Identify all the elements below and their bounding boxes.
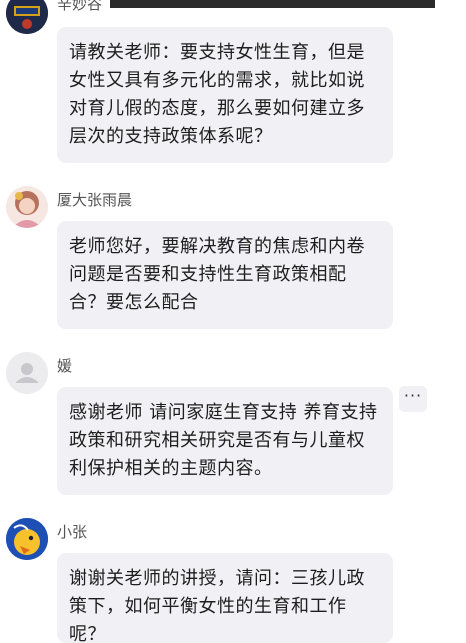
message-bubble: 谢谢关老师的讲授，请问：三孩儿政策下，如何平衡女性的生育和工作呢？ bbox=[57, 553, 393, 643]
badge-avatar-icon bbox=[6, 0, 48, 34]
more-options-button[interactable]: ··· bbox=[399, 386, 427, 412]
avatar[interactable] bbox=[6, 518, 48, 560]
avatar[interactable] bbox=[6, 352, 48, 394]
avatar[interactable] bbox=[6, 186, 48, 228]
chat-thread: 辛妙谷 请教关老师：要支持女性生育，但是女性又具有多元化的需求，就比如说对育儿假… bbox=[0, 0, 466, 643]
message-bubble: 请教关老师：要支持女性生育，但是女性又具有多元化的需求，就比如说对育儿假的态度，… bbox=[57, 27, 393, 163]
message-bubble: 感谢老师 请问家庭生育支持 养育支持政策和研究相关研究是否有与儿童权利保护相关的… bbox=[57, 387, 393, 495]
illustrated-girl-avatar-icon bbox=[6, 186, 48, 228]
message-bubble: 老师您好，要解决教育的焦虑和内卷问题是否要和支持性生育政策相配合？要怎么配合 bbox=[57, 221, 393, 329]
avatar[interactable] bbox=[6, 0, 48, 34]
duck-avatar-icon bbox=[6, 518, 48, 560]
default-user-icon bbox=[6, 352, 48, 394]
sender-name: 辛妙谷 bbox=[57, 0, 103, 13]
sender-name: 小张 bbox=[57, 523, 88, 541]
top-bar bbox=[110, 0, 435, 8]
sender-name: 厦大张雨晨 bbox=[57, 191, 133, 209]
sender-name: 媛 bbox=[57, 357, 73, 375]
